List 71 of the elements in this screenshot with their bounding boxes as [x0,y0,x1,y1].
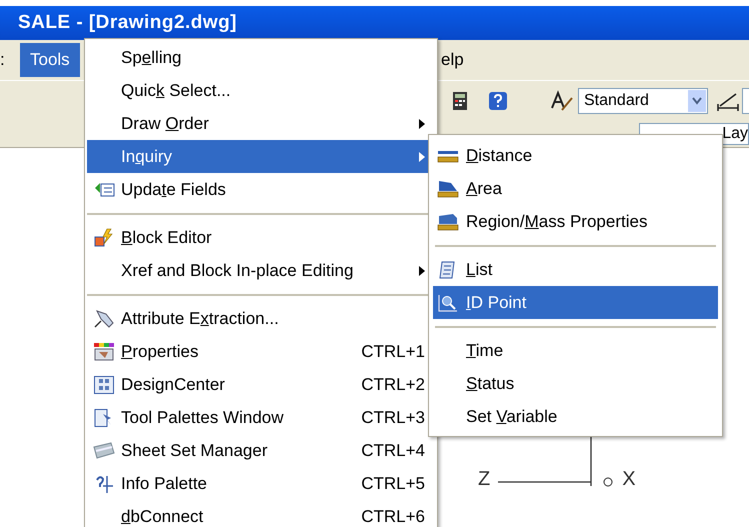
submenu-arrow-icon [419,118,425,128]
menu-item-label: Update Fields [121,178,226,201]
shortcut-label: CTRL+3 [361,406,425,429]
area-ruler-icon [437,178,459,198]
grid-panel-icon [93,374,115,394]
menu-item-label: Block Editor [121,226,212,249]
menu-item-label: Properties [121,340,198,363]
menu-item[interactable]: List [433,253,718,286]
menu-item[interactable]: Attribute Extraction... [87,302,431,335]
shortcut-label: CTRL+5 [361,472,425,495]
menu-item[interactable]: Quick Select... [87,74,431,107]
menu-item[interactable]: Xref and Block In-place Editing [87,254,431,287]
menu-item-label: Region/Mass Properties [466,210,648,233]
submenu-arrow-icon [419,152,425,162]
menu-item-label: dbConnect [121,506,204,527]
menu-item[interactable]: Inquiry [87,140,431,173]
menu-item[interactable]: Sheet Set Manager CTRL+4 [87,434,431,467]
menu-bar-item[interactable]: : [0,43,20,77]
menu-item-label: Inquiry [121,146,172,168]
text-style-dropdown[interactable]: Standard [578,88,708,114]
menu-item-label: Status [466,372,514,395]
menu-bar-item[interactable]: elp [441,43,464,77]
menu-item[interactable]: dbConnect CTRL+6 [87,500,431,527]
color-palette-icon [93,342,115,362]
menu-item-label: Distance [466,144,532,167]
shortcut-label: CTRL+6 [361,506,425,527]
menu-item-label: Tool Palettes Window [121,406,284,429]
tag-pointer-icon [93,308,115,328]
menu-item-label: List [466,258,492,281]
shortcut-label: CTRL+2 [361,374,425,396]
shortcut-label: CTRL+4 [361,440,425,462]
magnifier-point-icon [437,292,459,312]
menu-item-label: ID Point [466,292,526,314]
menu-item[interactable]: Properties CTRL+1 [87,335,431,368]
z-axis-label: Z [478,467,490,492]
shortcut-label: CTRL+1 [361,340,425,363]
window-title: SALE - [Drawing2.dwg] [18,10,237,35]
menu-item[interactable]: ID Point [433,286,718,319]
menu-item[interactable]: Draw Order [87,107,431,140]
submenu-arrow-icon [419,266,425,276]
menu-item[interactable]: Spelling [87,41,431,74]
menu-item[interactable]: Set Variable [433,400,718,433]
menu-bar-item[interactable]: Tools [20,43,80,77]
menu-item[interactable]: Tool Palettes Window CTRL+3 [87,401,431,434]
menu-item-label: Sheet Set Manager [121,440,268,462]
calculator-icon [452,90,468,110]
style-dropdown[interactable] [742,88,749,114]
text-style-icon [550,90,574,112]
menu-item[interactable]: Update Fields [87,173,431,206]
menu-item-label: Area [466,178,502,200]
menu-item-label: Xref and Block In-place Editing [121,260,354,282]
solid-ruler-icon [437,212,459,232]
menu-item-label: Info Palette [121,472,208,495]
menu-item-label: Quick Select... [121,80,231,102]
menu-item-label: DesignCenter [121,374,225,396]
menu-item-label: Time [466,340,504,362]
menu-item[interactable]: Info Palette CTRL+5 [87,467,431,500]
block-lightning-icon [93,228,115,248]
menu-item-label: Set Variable [466,406,558,428]
menu-item[interactable]: Block Editor [87,221,431,254]
menu-item[interactable]: Region/Mass Properties [433,205,718,238]
sheet-set-icon [93,440,115,460]
menu-item-label: Attribute Extraction... [121,308,279,330]
menu-item[interactable]: Area [433,172,718,205]
menu-item[interactable]: Status [433,367,718,400]
menu-item[interactable]: DesignCenter CTRL+2 [87,368,431,401]
help-icon [488,90,508,110]
x-axis-label: X [622,467,636,492]
menu-item-label: Spelling [121,46,182,69]
menu-item[interactable]: Time [433,334,718,367]
menu-item-label: Draw Order [121,112,209,135]
